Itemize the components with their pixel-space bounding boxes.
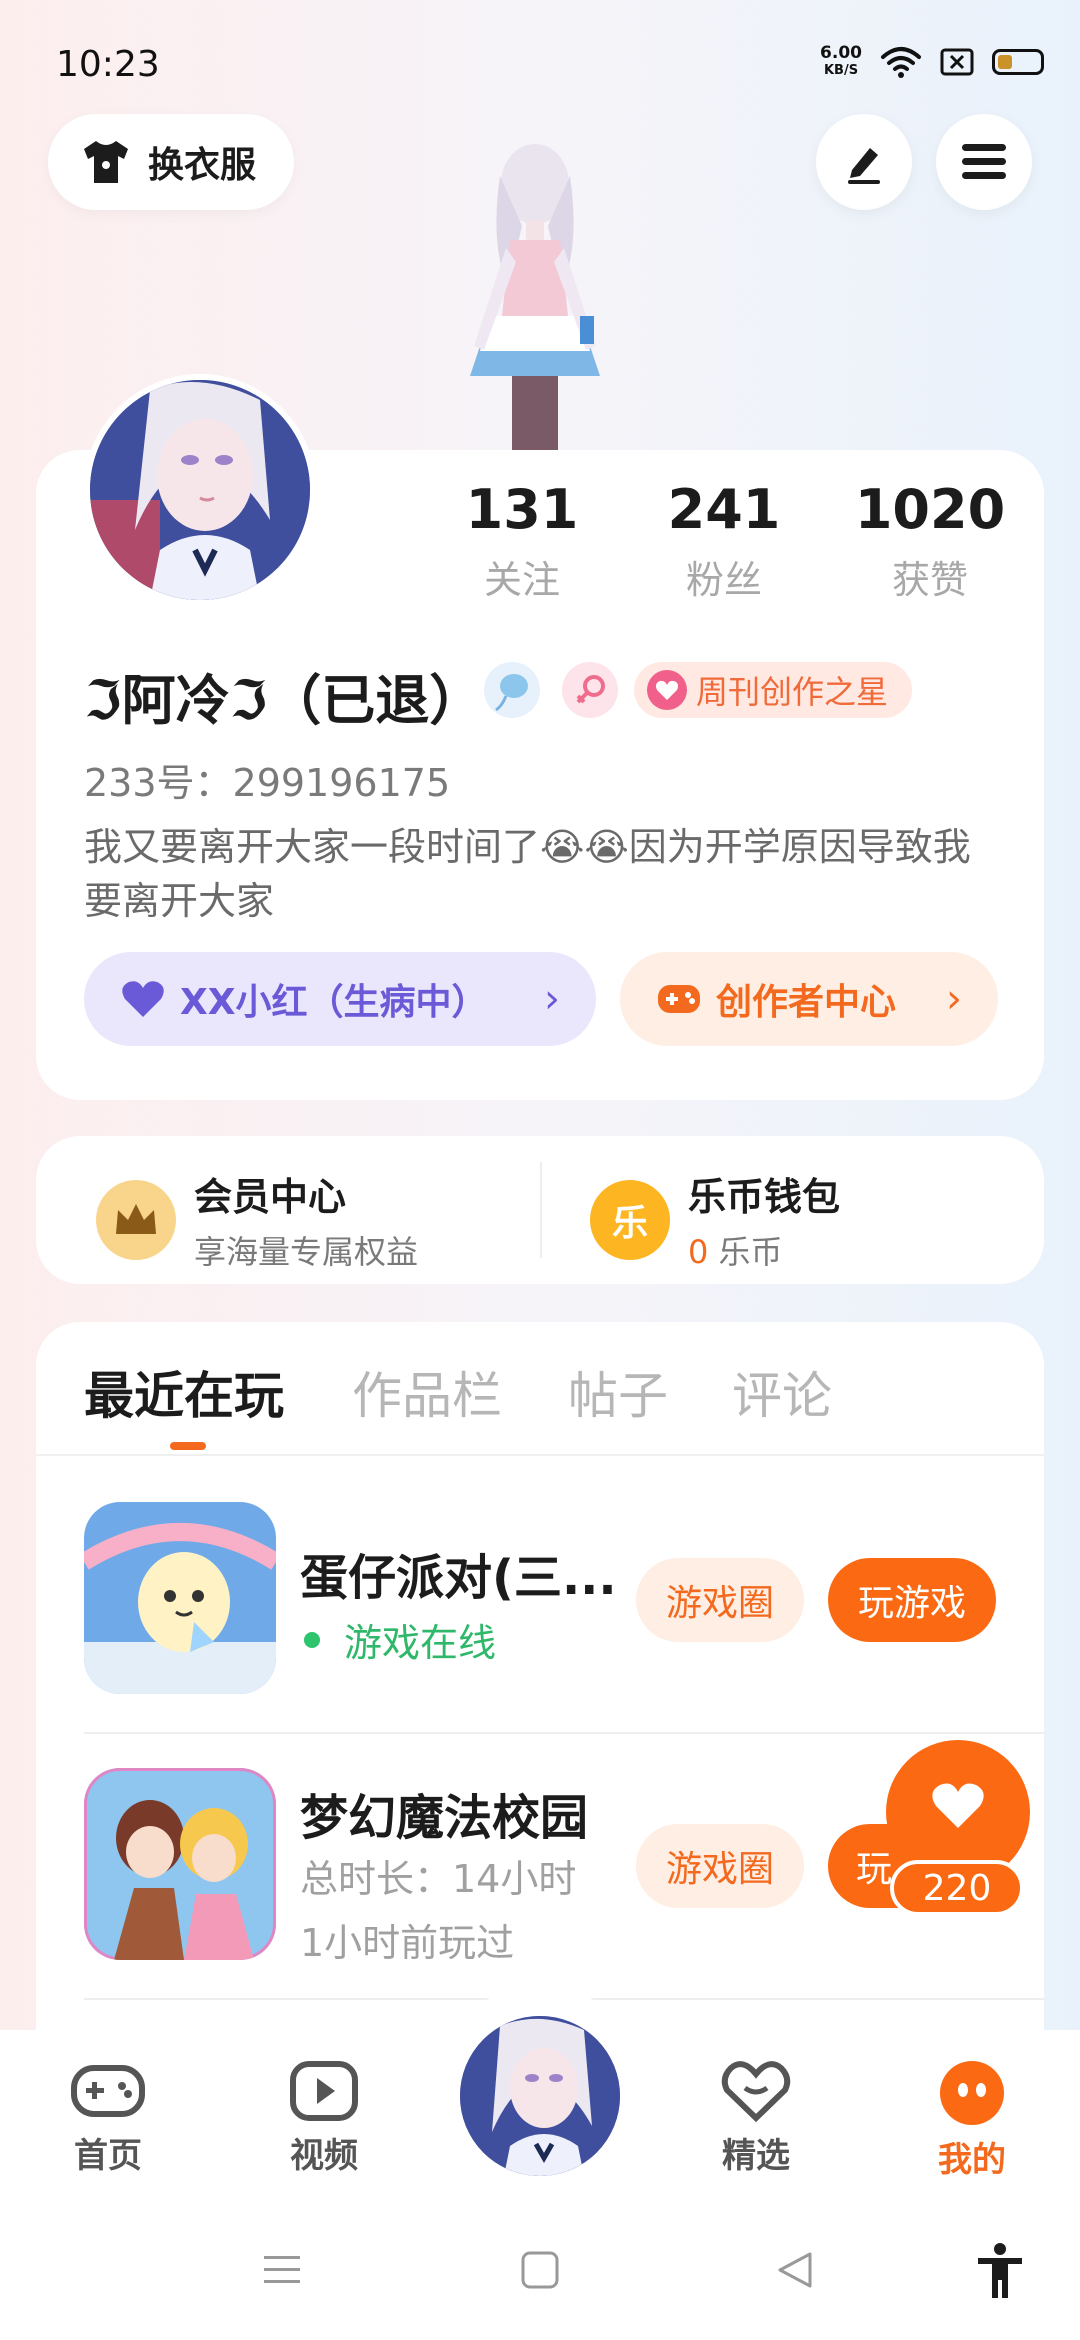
recent-apps-icon[interactable] [262,2254,302,2286]
tab-active-indicator [170,1442,206,1450]
tab-divider [36,1454,1044,1456]
tab-posts[interactable]: 帖子 [568,1356,668,1428]
gamepad-icon [71,2065,145,2117]
user-id[interactable]: 233号：299196175 [84,752,450,807]
wallet-entry[interactable]: 乐 乐币钱包 0 乐币 [590,1166,840,1273]
avatar-image [90,380,310,600]
battery-icon [992,49,1044,75]
home-square-icon[interactable] [520,2250,560,2290]
likes-label: 获赞 [891,558,968,602]
stat-following[interactable]: 131 关注 [442,478,602,604]
wallet-balance: 0 乐币 [688,1227,840,1273]
tab-recently-played[interactable]: 最近在玩 [84,1356,284,1428]
network-speed: 6.00 KB/S [820,44,862,80]
edit-profile-button[interactable] [816,114,912,210]
status-icons: 6.00 KB/S [820,44,1044,80]
play-icon [290,2061,358,2121]
partner-button-label: XX小红（生病中） [180,982,488,1023]
game-circle-button[interactable]: 游戏圈 [636,1824,804,1908]
crown-icon [96,1179,176,1260]
likes-count: 1020 [854,478,1006,541]
wallet-amount: 0 [688,1233,709,1271]
avatar[interactable] [84,374,316,606]
creator-center-label: 创作者中心 [716,982,897,1023]
game-total-duration: 总时长：14小时 [300,1857,577,1901]
bio-text: 我又要离开大家一段时间了😭😭因为开学原因导致我要离开大家 [84,825,971,923]
weekly-creator-star-badge[interactable]: 周刊创作之星 [634,662,913,718]
online-status: 游戏在线 [304,1612,496,1667]
stat-likes[interactable]: 1020 获赞 [850,478,1010,604]
floating-like-count: 220 [890,1860,1024,1916]
heart-badge-icon [721,2061,791,2122]
partner-button[interactable]: XX小红（生病中） › [84,952,596,1046]
coin-icon: 乐 [590,1179,670,1260]
heart-icon [932,1783,984,1828]
vip-title: 会员中心 [194,1175,347,1219]
heart-medal-icon [647,670,687,710]
female-icon [562,662,618,718]
network-speed-value: 6.00 [820,43,862,63]
play-game-button[interactable]: 玩游戏 [828,1558,996,1642]
heart-icon [122,981,164,1017]
game-circle-button[interactable]: 游戏圈 [636,1558,804,1642]
change-outfit-label: 换衣服 [148,145,257,186]
face-icon [940,2061,1004,2125]
online-status-label: 游戏在线 [344,1621,497,1665]
accessibility-icon[interactable] [976,2242,1024,2300]
creator-center-button[interactable]: 创作者中心 › [620,952,998,1046]
row-divider [84,1732,1044,1734]
nav-avatar-button[interactable] [456,2012,624,2180]
followers-count: 241 [667,478,781,541]
gamepad-icon [658,985,700,1013]
wallet-unit: 乐币 [718,1233,783,1271]
tab-comments[interactable]: 评论 [732,1356,832,1428]
wallet-title: 乐币钱包 [688,1175,841,1219]
nav-mine-label: 我的 [938,2140,1006,2180]
followers-label: 粉丝 [685,558,762,602]
nav-featured-label: 精选 [722,2136,790,2176]
chevron-right-icon: › [946,976,962,1022]
bubble-badge-icon[interactable] [484,662,540,718]
badge-label: 周刊创作之星 [696,673,889,711]
status-time: 10:23 [56,44,160,85]
nav-mine[interactable]: 我的 [912,2060,1032,2181]
nav-home-label: 首页 [74,2136,142,2176]
online-dot-icon [304,1631,320,1648]
network-speed-unit: KB/S [823,63,859,78]
nav-home[interactable]: 首页 [48,2060,168,2177]
chevron-right-icon: › [544,976,560,1022]
wifi-icon [881,47,921,78]
game-title[interactable]: 梦幻魔法校园 [300,1778,588,1848]
game-title[interactable]: 蛋仔派对(三... [300,1538,617,1608]
back-triangle-icon[interactable] [774,2250,814,2290]
tab-works[interactable]: 作品栏 [352,1356,502,1428]
avatar-image [460,2016,620,2176]
game-last-played: 1小时前玩过 [300,1921,515,1965]
menu-button[interactable] [936,114,1032,210]
menu-icon [962,144,1006,179]
following-label: 关注 [483,558,560,602]
following-count: 131 [465,478,579,541]
game-icon-magic-school[interactable] [84,1768,276,1960]
change-outfit-button[interactable]: 换衣服 [48,114,294,210]
edit-pen-icon [848,148,880,184]
membership-divider [540,1162,542,1258]
game-icon-eggy-party[interactable] [84,1502,276,1694]
vip-subtitle: 享海量专属权益 [194,1233,419,1271]
vip-center-entry[interactable]: 会员中心 享海量专属权益 [96,1166,418,1273]
nav-video-label: 视频 [290,2136,358,2176]
tshirt-icon [84,141,128,183]
sim-off-icon [940,48,974,76]
nickname: ℑ阿冷ℑ（已退） [84,669,484,732]
nav-video[interactable]: 视频 [264,2060,384,2177]
stat-followers[interactable]: 241 粉丝 [644,478,804,604]
avatar-figure[interactable] [430,136,640,456]
nav-featured[interactable]: 精选 [696,2060,816,2177]
